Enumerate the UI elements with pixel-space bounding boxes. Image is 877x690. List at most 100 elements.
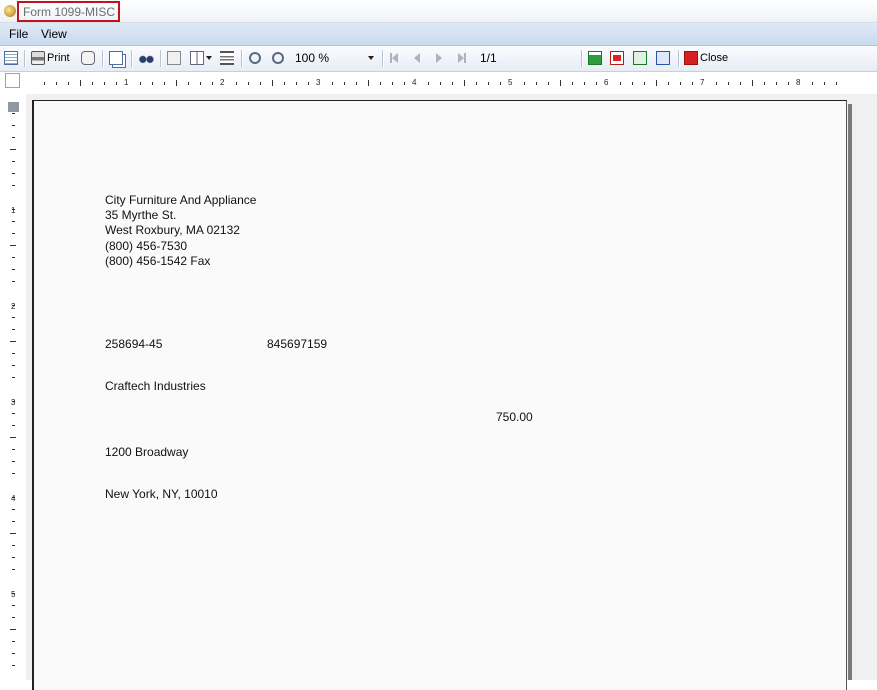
print-button[interactable]: Print — [31, 50, 70, 66]
ruler-tick — [428, 82, 429, 85]
export-excel-button[interactable] — [588, 50, 602, 66]
page-setup-icon — [4, 51, 18, 65]
ruler-tick — [12, 317, 15, 318]
last-page-icon — [458, 52, 470, 64]
ruler-tick — [12, 449, 15, 450]
ruler-tick — [10, 149, 16, 150]
ruler-tick — [12, 161, 15, 162]
ruler-tick — [332, 82, 333, 85]
next-page-button[interactable] — [436, 50, 448, 66]
recipient-id: 845697159 — [267, 337, 328, 351]
page-indicator: 1/1 — [480, 51, 497, 65]
copy-button[interactable] — [109, 50, 123, 66]
ruler-tick — [12, 413, 15, 414]
ruler-tick — [212, 82, 213, 85]
ruler-tick — [548, 82, 549, 85]
ruler-label: 6 — [604, 78, 609, 87]
ruler-tick — [10, 629, 16, 630]
next-page-icon — [436, 52, 448, 64]
zoom-in-button[interactable] — [272, 50, 284, 66]
ruler-tick — [68, 82, 69, 85]
close-button[interactable]: Close — [684, 50, 728, 66]
continuous-button[interactable] — [220, 50, 234, 66]
ruler-tick — [12, 509, 15, 510]
zoom-out-icon — [249, 52, 261, 64]
ruler-label: 5 — [508, 78, 513, 87]
print-icon — [31, 51, 45, 65]
export-excel-icon — [588, 51, 602, 65]
ruler-tick — [12, 257, 15, 258]
page-setup-button[interactable] — [4, 50, 18, 66]
single-page-icon — [167, 51, 181, 65]
window-title: Form 1099-MISC — [23, 5, 116, 19]
vertical-ruler-marker[interactable] — [8, 102, 19, 112]
ruler-label: 1 — [124, 78, 129, 87]
ruler-tick — [596, 82, 597, 85]
previous-page-button[interactable] — [414, 50, 426, 66]
multi-page-button[interactable] — [190, 50, 212, 66]
find-button[interactable] — [138, 50, 154, 66]
ruler-tick — [740, 82, 741, 85]
export-xlsx-button[interactable] — [633, 50, 647, 66]
ruler-tick — [44, 82, 45, 85]
ruler-tick — [620, 82, 621, 85]
ruler-tick — [104, 82, 105, 85]
ruler-label: 5 — [11, 590, 16, 599]
attach-button[interactable] — [81, 50, 95, 66]
payer-city-state-zip: West Roxbury, MA 02132 — [105, 223, 240, 237]
export-word-button[interactable] — [656, 50, 670, 66]
ruler-tick — [12, 185, 15, 186]
ruler-tick — [440, 82, 441, 85]
title-bar: Form 1099-MISC — [0, 0, 877, 23]
ruler-label: 3 — [11, 398, 16, 407]
ruler-tick — [12, 377, 15, 378]
ruler-tick — [12, 329, 15, 330]
ruler-tick — [12, 665, 15, 666]
ruler-tick — [188, 82, 189, 85]
ruler-tick — [152, 82, 153, 85]
ruler-tick — [656, 80, 657, 86]
ruler-tick — [812, 82, 813, 85]
ruler-tick — [80, 80, 81, 86]
ruler-tick — [308, 82, 309, 85]
ruler-tick — [284, 82, 285, 85]
payer-street: 35 Myrthe St. — [105, 208, 177, 222]
ruler-tick — [644, 82, 645, 85]
ruler-tick — [668, 82, 669, 85]
menu-file[interactable]: File — [9, 27, 28, 41]
last-page-button[interactable] — [458, 50, 470, 66]
recipient-city-state-zip: New York, NY, 10010 — [105, 487, 218, 501]
ruler-tick — [632, 82, 633, 85]
ruler-tick — [176, 80, 177, 86]
single-page-button[interactable] — [167, 50, 181, 66]
menu-view[interactable]: View — [41, 27, 67, 41]
ruler-tick — [572, 82, 573, 85]
ruler-tick — [584, 82, 585, 85]
print-label: Print — [47, 52, 70, 64]
first-page-icon — [390, 52, 402, 64]
multi-page-icon — [190, 51, 204, 65]
export-pdf-button[interactable] — [610, 50, 624, 66]
ruler-tick — [728, 82, 729, 85]
toolbar-separator — [678, 50, 680, 67]
ruler-tick — [392, 82, 393, 85]
ruler-tick — [752, 80, 753, 86]
payer-fax: (800) 456-1542 Fax — [105, 254, 211, 268]
ruler-tick — [12, 653, 15, 654]
window-title-highlight: Form 1099-MISC — [17, 1, 120, 22]
ruler-tick — [296, 82, 297, 85]
ruler-tick — [836, 82, 837, 85]
export-word-icon — [656, 51, 670, 65]
ruler-tick — [356, 82, 357, 85]
ruler-tick — [10, 245, 16, 246]
zoom-select[interactable]: 100 % — [290, 49, 378, 67]
first-page-button[interactable] — [390, 50, 402, 66]
ruler-tick — [452, 82, 453, 85]
ruler-tick — [368, 80, 369, 86]
ruler-tick — [12, 125, 15, 126]
ruler-label: 2 — [11, 302, 16, 311]
ruler-tick — [536, 82, 537, 85]
ruler-tick — [764, 82, 765, 85]
zoom-out-button[interactable] — [249, 50, 261, 66]
toolbar-separator — [160, 50, 162, 67]
